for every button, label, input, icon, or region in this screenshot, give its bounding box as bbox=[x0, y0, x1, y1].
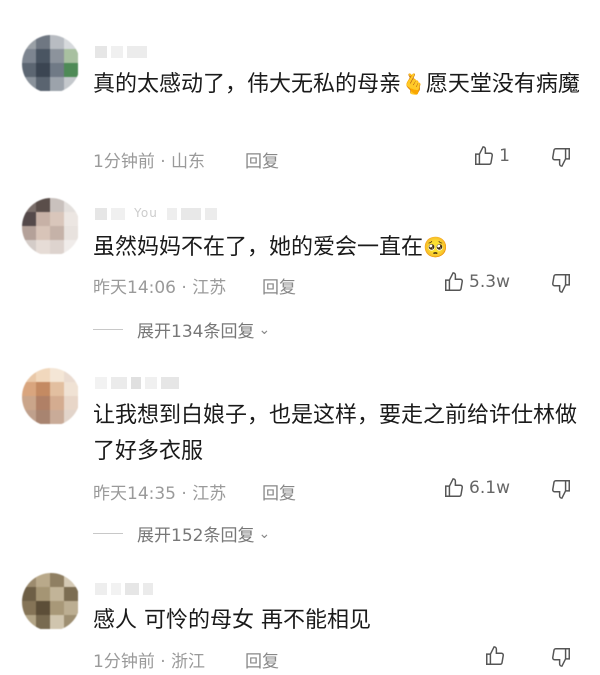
reply-button[interactable]: 回复 bbox=[245, 647, 279, 672]
avatar[interactable] bbox=[22, 573, 80, 631]
divider-line bbox=[93, 329, 123, 330]
reply-button[interactable]: 回复 bbox=[262, 479, 296, 504]
chevron-down-icon: ⌄ bbox=[258, 321, 271, 338]
expand-replies-label: 展开152条回复 bbox=[137, 526, 255, 546]
avatar[interactable] bbox=[22, 35, 80, 93]
comment-text: 感人 可怜的母女 再不能相见 bbox=[93, 608, 371, 633]
thumbs-down-icon bbox=[552, 274, 570, 293]
like-button[interactable]: 6.1w bbox=[443, 477, 510, 499]
expand-replies-button[interactable]: 展开152条回复 ⌄ bbox=[93, 521, 270, 546]
dislike-button[interactable] bbox=[550, 146, 572, 168]
chevron-down-icon: ⌄ bbox=[258, 525, 271, 542]
like-button[interactable]: 1 bbox=[473, 145, 510, 167]
thumbs-down-icon bbox=[552, 148, 570, 167]
expand-replies-label: 展开134条回复 bbox=[137, 322, 255, 342]
emoji: 🥺 bbox=[423, 235, 448, 259]
thumbs-up-icon bbox=[445, 478, 464, 497]
like-count: 5.3w bbox=[469, 272, 510, 292]
thumbs-up-icon bbox=[475, 146, 494, 165]
like-count: 6.1w bbox=[469, 478, 510, 498]
comment-meta: 昨天14:06 · 江苏 bbox=[93, 278, 227, 298]
comment-meta: 昨天14:35 · 江苏 bbox=[93, 484, 227, 504]
expand-replies-button[interactable]: 展开134条回复 ⌄ bbox=[93, 317, 270, 342]
reply-button[interactable]: 回复 bbox=[245, 147, 279, 172]
comment-text: 真的太感动了，伟大无私的母亲🫰愿天堂没有病魔 bbox=[93, 72, 580, 97]
thumbs-up-icon bbox=[445, 272, 464, 291]
thumbs-down-icon bbox=[552, 648, 570, 667]
emoji: 🫰 bbox=[401, 72, 426, 96]
dislike-button[interactable] bbox=[550, 646, 572, 668]
avatar[interactable] bbox=[22, 198, 80, 256]
comment-meta: 1分钟前 · 浙江 bbox=[93, 652, 206, 672]
dislike-button[interactable] bbox=[550, 478, 572, 500]
like-button[interactable] bbox=[484, 645, 510, 667]
comment-meta: 1分钟前 · 山东 bbox=[93, 152, 206, 172]
username[interactable]: You bbox=[95, 206, 221, 220]
dislike-button[interactable] bbox=[550, 272, 572, 294]
username[interactable] bbox=[95, 44, 151, 58]
comment-text: 让我想到白娘子，也是这样，要走之前给许仕林做了好多衣服 bbox=[93, 403, 578, 464]
username[interactable] bbox=[95, 581, 157, 595]
reply-button[interactable]: 回复 bbox=[262, 273, 296, 298]
thumbs-down-icon bbox=[552, 480, 570, 499]
thumbs-up-icon bbox=[486, 646, 504, 665]
like-count: 1 bbox=[499, 146, 510, 166]
username[interactable] bbox=[95, 375, 183, 389]
like-button[interactable]: 5.3w bbox=[443, 271, 510, 293]
comment-text: 虽然妈妈不在了，她的爱会一直在🥺 bbox=[93, 235, 448, 260]
divider-line bbox=[93, 533, 123, 534]
avatar[interactable] bbox=[22, 368, 80, 426]
